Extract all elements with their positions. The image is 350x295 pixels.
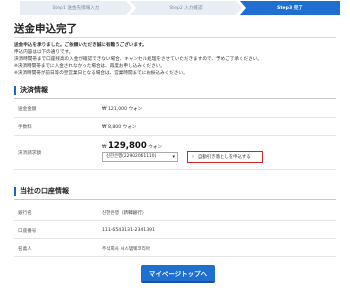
step-3-active: Step3 完了 xyxy=(240,1,340,15)
mypage-top-button[interactable]: マイページトップへ xyxy=(141,265,215,283)
bank-section-title: 当社の口座情報 xyxy=(14,187,69,196)
payment-section-divider xyxy=(14,98,336,99)
account-select-value: 신한은행(22902061110) xyxy=(106,154,157,159)
intro-line-2: 申込内容は以下の通りです。 xyxy=(14,50,74,55)
step-2: Step2 入力確認 xyxy=(130,1,242,15)
account-select[interactable]: 신한은행(22902061110) ▾ xyxy=(102,152,178,162)
account-number-label: 口座番号 xyxy=(18,229,37,234)
payment-account-label: 決済請求額 xyxy=(18,151,41,156)
account-holder-value: 주식회사 시스템웨코리아 xyxy=(102,247,150,252)
send-amount-row: 送金金額 ₩ 121,000 ウォン xyxy=(14,100,336,118)
intro-line-4: ※決済時間帯までに入金されなかった場合は、再度お申し込みください。 xyxy=(14,64,165,69)
send-amount-label: 送金金額 xyxy=(18,107,37,112)
payment-account-row: 決済請求額 ₩ 129,800 ウォン 신한은행(22902061110) ▾ … xyxy=(14,136,336,170)
intro-line-3: 決済時間帯まで口座残高の入金が確認できない場合、キャンセル処理をさせていただきま… xyxy=(14,57,262,62)
currency-symbol: ₩ xyxy=(102,145,107,150)
intro-text: 送金申込を承りました。ご依頼いただき誠に有難うございます。 申込内容は以下の通り… xyxy=(14,42,336,77)
auto-debit-button-label: 自動引き落としを申込する xyxy=(198,155,251,160)
bank-name-value: 신한은행（新韓銀行） xyxy=(102,211,147,216)
step-1: Step1 送金先情報入力 xyxy=(20,1,132,15)
account-number-row: 口座番号 111-6543131-2341391 xyxy=(14,221,336,239)
total-amount-unit: ウォン xyxy=(148,145,162,150)
step-2-label: Step2 入力確認 xyxy=(169,6,203,11)
auto-debit-button[interactable]: › 自動引き落としを申込する xyxy=(187,151,263,163)
step-1-label: Step1 送金先情報入力 xyxy=(52,6,100,11)
fee-value: ₩ 8,800 ウォン xyxy=(102,125,137,130)
page-title: 送金申込完了 xyxy=(14,23,77,35)
total-amount: ₩ 129,800 ウォン xyxy=(102,141,162,151)
account-number-value: 111-6543131-2341391 xyxy=(102,228,156,233)
bank-name-row: 銀行名 신한은행（新韓銀行） xyxy=(14,203,336,221)
total-amount-value: 129,800 xyxy=(108,141,147,151)
account-holder-row: 名義人 주식회사 시스템웨코리아 xyxy=(14,239,336,257)
payment-section-title: 決済情報 xyxy=(14,86,48,95)
intro-line-1: 送金申込を承りました。ご依頼いただき誠に有難うございます。 xyxy=(14,43,147,48)
send-amount-value: ₩ 121,000 ウォン xyxy=(102,107,143,112)
bank-section-divider xyxy=(14,199,336,200)
fee-row: 手数料 ₩ 8,800 ウォン xyxy=(14,118,336,136)
fee-label: 手数料 xyxy=(18,125,32,130)
bank-name-label: 銀行名 xyxy=(18,211,32,216)
chevron-down-icon: ▾ xyxy=(172,154,175,160)
title-divider xyxy=(14,37,336,38)
step-indicator: Step1 送金先情報入力 Step2 入力確認 Step3 完了 xyxy=(0,0,350,16)
step-3-label: Step3 完了 xyxy=(277,6,303,11)
chevron-right-icon: › xyxy=(192,154,194,160)
account-holder-label: 名義人 xyxy=(18,247,32,252)
intro-line-5: ※決済時間帯が前日等の翌営業日となる場合は、営業時間までにお振込みください。 xyxy=(14,71,188,76)
